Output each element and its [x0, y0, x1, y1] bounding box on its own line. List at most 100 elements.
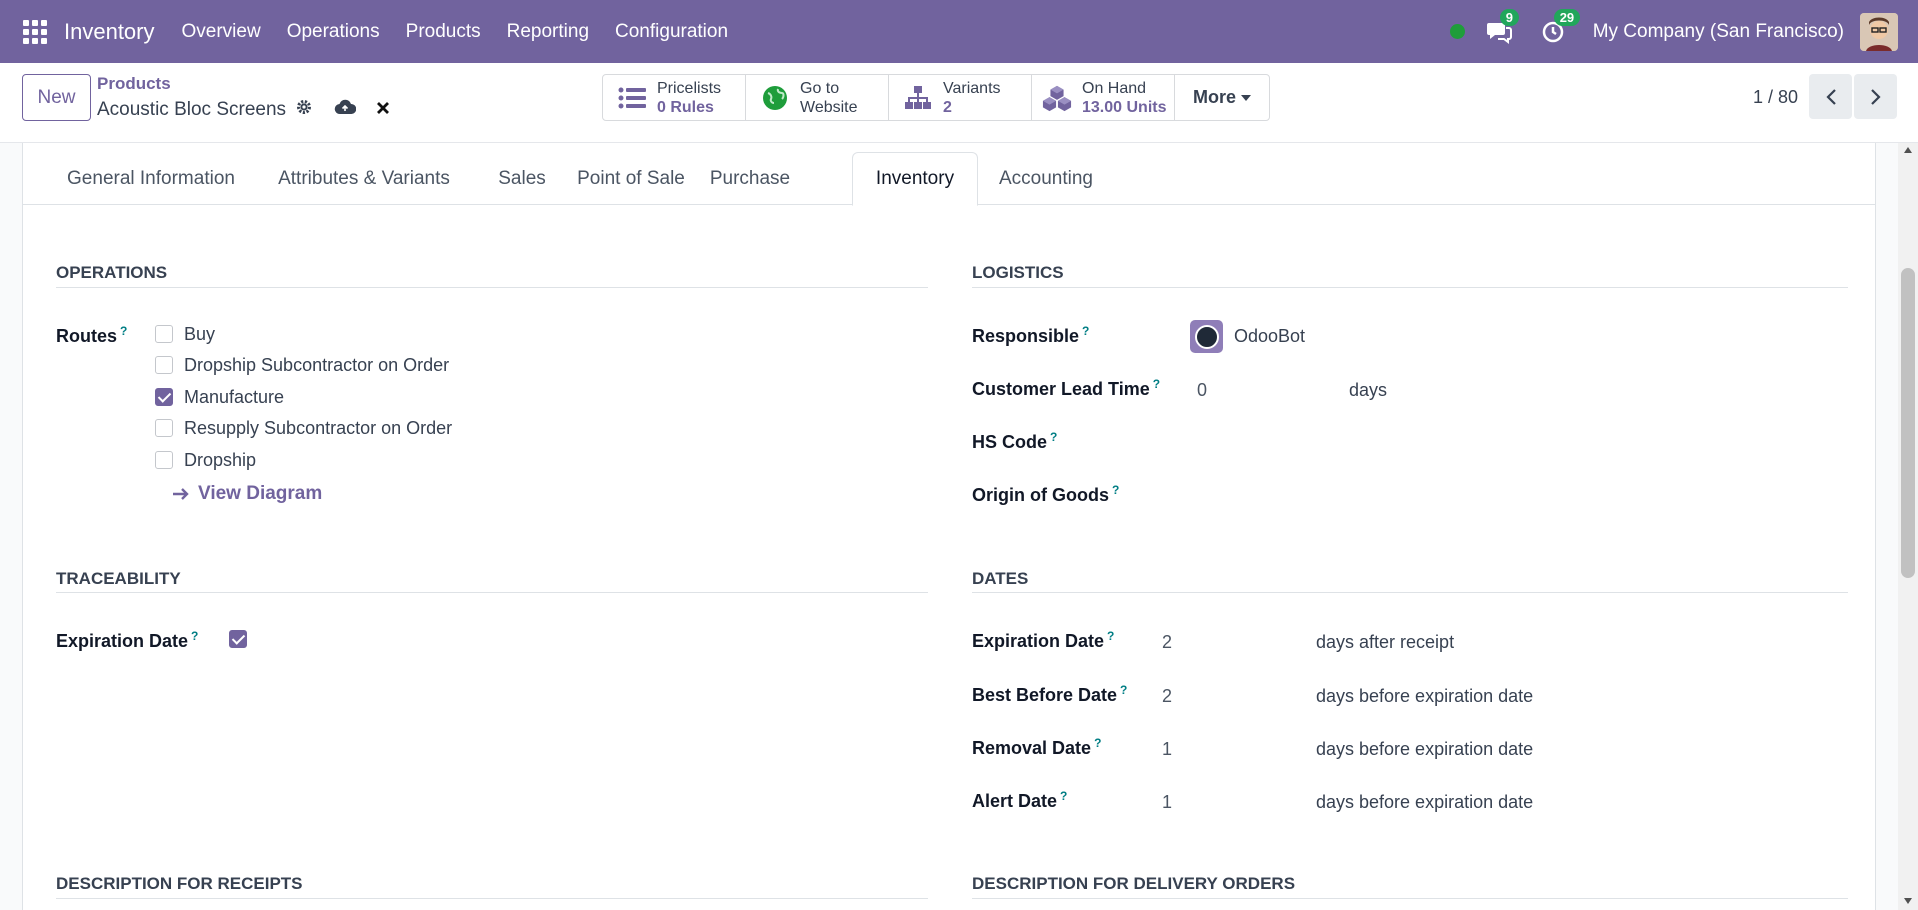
record-title: Acoustic Bloc Screens: [97, 99, 390, 121]
hs-code-help-mark[interactable]: ?: [1050, 430, 1057, 444]
route-manufacture-checkbox[interactable]: [155, 388, 173, 406]
odoobot-avatar: [1190, 320, 1223, 353]
dates-expiration-help-mark[interactable]: ?: [1107, 629, 1114, 643]
routes-label-text: Routes: [56, 326, 118, 346]
alert-date-label-text: Alert Date: [972, 791, 1058, 811]
variants-value: 2: [943, 98, 952, 116]
activity-clock-icon[interactable]: 29: [1539, 8, 1581, 46]
best-before-input[interactable]: 2: [1162, 686, 1172, 707]
control-panel: New Products Acoustic Bloc Screens Price…: [0, 63, 1918, 143]
menu-overview[interactable]: Overview: [169, 21, 274, 43]
view-diagram-link[interactable]: View Diagram: [172, 483, 322, 505]
origin-help-mark[interactable]: ?: [1112, 483, 1119, 497]
route-resupply-subcontractor-checkbox[interactable]: [155, 419, 173, 437]
responsible-value[interactable]: OdooBot: [1234, 326, 1305, 347]
breadcrumb-products[interactable]: Products: [97, 74, 171, 94]
sitemap-icon: [903, 83, 933, 113]
more-dropdown-button[interactable]: More: [1175, 75, 1269, 120]
on-hand-value: 13.00 Units: [1082, 98, 1167, 116]
lead-time-input[interactable]: 0: [1197, 380, 1207, 401]
tab-attributes-variants[interactable]: Attributes & Variants: [249, 152, 479, 205]
pager-value[interactable]: 1 / 80: [1753, 87, 1798, 108]
tab-general-information[interactable]: General Information: [53, 152, 249, 205]
notebook-tabs: General Information Attributes & Variant…: [23, 152, 1875, 206]
route-dropship-subcontractor-label[interactable]: Dropship Subcontractor on Order: [184, 355, 449, 376]
removal-date-label: Removal Date?: [972, 736, 1101, 759]
operations-section-title: OPERATIONS: [56, 263, 168, 282]
alert-date-input[interactable]: 1: [1162, 792, 1172, 813]
routes-label: Routes?: [56, 324, 127, 347]
gear-icon[interactable]: [296, 99, 312, 121]
lead-time-help-mark[interactable]: ?: [1153, 377, 1160, 391]
scrollbar-thumb[interactable]: [1901, 268, 1915, 578]
app-brand[interactable]: Inventory: [64, 19, 155, 45]
save-cloud-icon[interactable]: [334, 99, 357, 121]
best-before-label-text: Best Before Date: [972, 685, 1118, 705]
tab-inventory[interactable]: Inventory: [852, 152, 978, 206]
chat-count-badge: 9: [1499, 8, 1519, 26]
origin-label-text: Origin of Goods: [972, 485, 1109, 505]
variants-title: Variants: [943, 79, 1001, 97]
record-name: Acoustic Bloc Screens: [97, 99, 287, 120]
lead-time-label: Customer Lead Time?: [972, 377, 1160, 400]
route-buy-label[interactable]: Buy: [184, 324, 215, 345]
description-delivery-title: DESCRIPTION FOR DELIVERY ORDERS: [972, 874, 1296, 893]
tab-sales[interactable]: Sales: [479, 152, 565, 205]
best-before-unit: days before expiration date: [1316, 686, 1534, 706]
variants-smart-button[interactable]: Variants 2: [889, 75, 1032, 120]
best-before-help-mark[interactable]: ?: [1120, 683, 1127, 697]
menu-products[interactable]: Products: [393, 21, 494, 43]
on-hand-smart-button[interactable]: On Hand 13.00 Units: [1032, 75, 1175, 120]
menu-operations[interactable]: Operations: [274, 21, 393, 43]
lead-time-label-text: Customer Lead Time: [972, 379, 1150, 399]
responsible-help-mark[interactable]: ?: [1082, 324, 1089, 338]
removal-date-help-mark[interactable]: ?: [1094, 736, 1101, 750]
alert-date-help-mark[interactable]: ?: [1060, 789, 1067, 803]
tab-point-of-sale[interactable]: Point of Sale: [565, 152, 697, 205]
traceability-expiration-help-mark[interactable]: ?: [191, 629, 198, 643]
routes-help-mark[interactable]: ?: [120, 324, 127, 338]
user-avatar[interactable]: [1860, 12, 1898, 51]
removal-date-input[interactable]: 1: [1162, 739, 1172, 760]
dates-expiration-input[interactable]: 2: [1162, 632, 1172, 653]
page-scrollbar[interactable]: [1898, 143, 1918, 910]
chevron-left-icon: [1825, 88, 1836, 105]
chat-icon[interactable]: 9: [1485, 8, 1519, 46]
pager-next-button[interactable]: [1854, 74, 1897, 119]
scroll-up-arrow-icon[interactable]: [1904, 147, 1912, 153]
new-button[interactable]: New: [22, 74, 91, 121]
apps-menu-icon[interactable]: [22, 19, 48, 45]
menu-reporting[interactable]: Reporting: [494, 21, 602, 43]
pager-previous-button[interactable]: [1809, 74, 1852, 119]
origin-label: Origin of Goods?: [972, 483, 1119, 506]
route-resupply-subcontractor-label[interactable]: Resupply Subcontractor on Order: [184, 418, 452, 439]
hs-code-label: HS Code?: [972, 430, 1057, 453]
pricelists-smart-button[interactable]: Pricelists 0 Rules: [603, 75, 746, 120]
website-line1: Go to: [800, 79, 840, 97]
smart-buttons: Pricelists 0 Rules Go to Website Variant…: [602, 74, 1270, 121]
route-buy-checkbox[interactable]: [155, 325, 173, 343]
best-before-label: Best Before Date?: [972, 683, 1127, 706]
route-dropship-label[interactable]: Dropship: [184, 450, 256, 471]
scroll-down-arrow-icon[interactable]: [1904, 898, 1912, 904]
tab-accounting[interactable]: Accounting: [978, 152, 1114, 205]
alert-date-unit: days before expiration date: [1316, 792, 1534, 812]
tab-purchase[interactable]: Purchase: [697, 152, 803, 205]
traceability-divider: [56, 592, 928, 593]
on-hand-title: On Hand: [1082, 79, 1147, 97]
company-switcher[interactable]: My Company (San Francisco): [1593, 21, 1844, 43]
list-icon: [617, 83, 647, 113]
pricelists-title: Pricelists: [657, 79, 722, 97]
menu-configuration[interactable]: Configuration: [602, 21, 741, 43]
dates-expiration-unit: days after receipt: [1316, 632, 1455, 652]
removal-date-unit: days before expiration date: [1316, 739, 1534, 759]
route-dropship-checkbox[interactable]: [155, 451, 173, 469]
route-manufacture-label[interactable]: Manufacture: [184, 387, 284, 408]
route-dropship-subcontractor-checkbox[interactable]: [155, 356, 173, 374]
expiration-date-checkbox[interactable]: [229, 630, 247, 648]
discard-close-icon[interactable]: [376, 99, 390, 121]
view-diagram-label: View Diagram: [198, 483, 323, 504]
website-line2: Website: [800, 98, 858, 116]
website-smart-button[interactable]: Go to Website: [746, 75, 889, 120]
removal-date-label-text: Removal Date: [972, 738, 1092, 758]
